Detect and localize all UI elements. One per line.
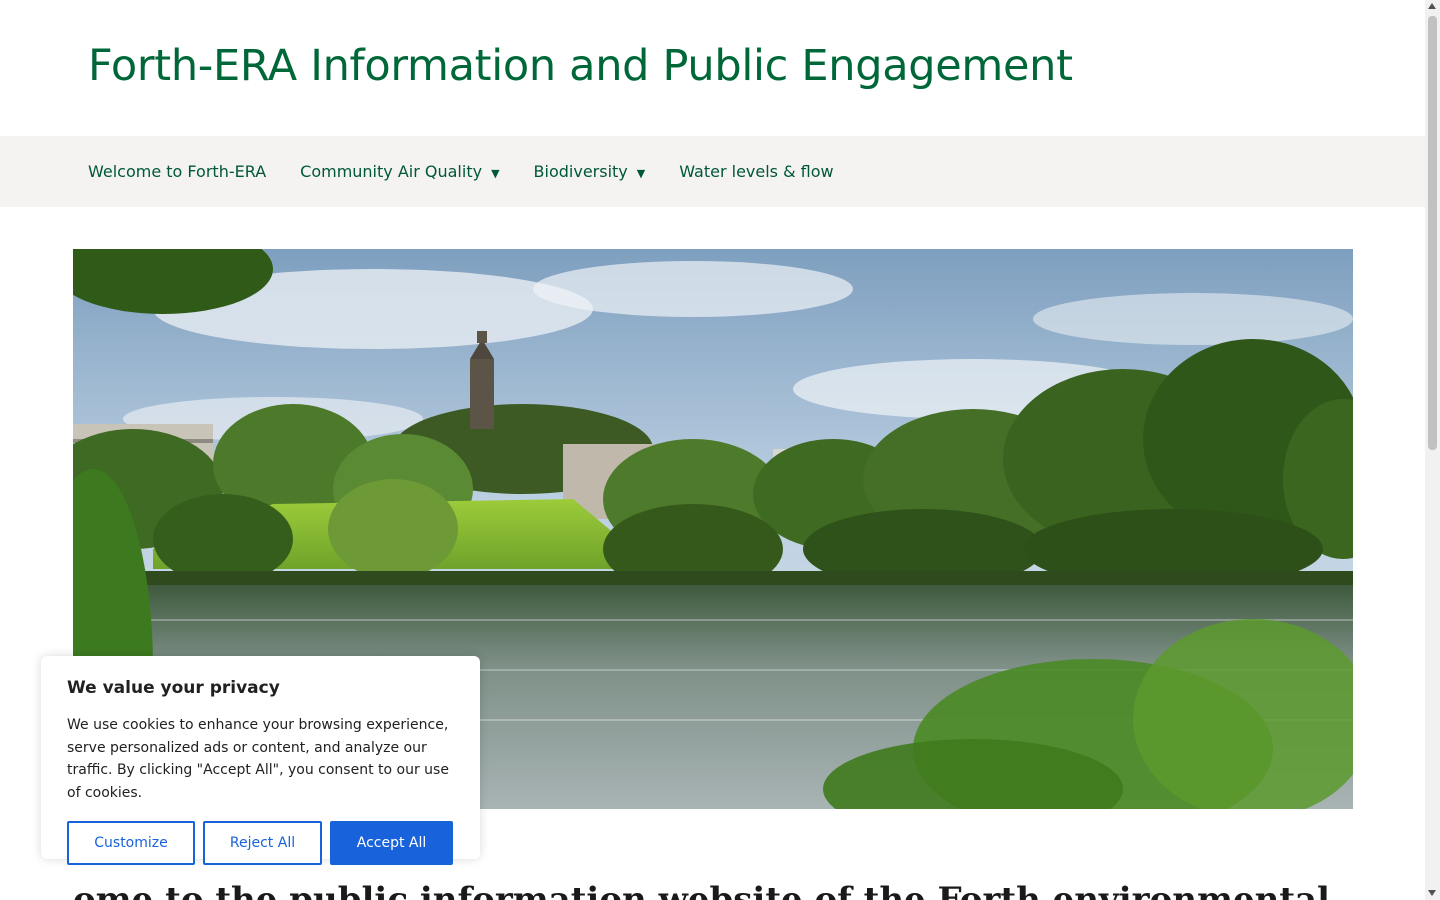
nav-item-label: Water levels & flow bbox=[679, 162, 834, 181]
site-header: Forth-ERA Information and Public Engagem… bbox=[0, 0, 1425, 136]
cookie-description: We use cookies to enhance your browsing … bbox=[67, 717, 449, 801]
nav-item-biodiversity[interactable]: Biodiversity ▼ bbox=[534, 162, 646, 181]
nav-item-community-air-quality[interactable]: Community Air Quality ▼ bbox=[300, 162, 499, 181]
lead-heading: ome to the public information website of… bbox=[73, 880, 1330, 900]
cookie-title: We value your privacy bbox=[67, 678, 280, 698]
vertical-scrollbar[interactable] bbox=[1425, 0, 1440, 900]
nav-item-label: Biodiversity bbox=[533, 162, 628, 181]
nav-item-label: Community Air Quality bbox=[300, 162, 483, 181]
main-nav: Welcome to Forth-ERA Community Air Quali… bbox=[0, 136, 1425, 207]
site-title-link[interactable]: Forth-ERA Information and Public Engagem… bbox=[88, 41, 1073, 91]
nav-item-label: Welcome to Forth-ERA bbox=[88, 162, 267, 181]
nav-item-welcome[interactable]: Welcome to Forth-ERA bbox=[88, 162, 266, 181]
caret-down-icon[interactable]: ▼ bbox=[491, 167, 499, 180]
page: Forth-ERA Information and Public Engagem… bbox=[0, 0, 1425, 900]
nav-item-water-levels[interactable]: Water levels & flow bbox=[679, 162, 833, 181]
scroll-down-arrow-icon[interactable] bbox=[1428, 890, 1436, 896]
customize-button[interactable]: Customize bbox=[67, 821, 195, 865]
caret-down-icon[interactable]: ▼ bbox=[637, 167, 645, 180]
reject-all-button[interactable]: Reject All bbox=[203, 821, 322, 865]
cookie-actions: Customize Reject All Accept All bbox=[67, 821, 454, 865]
accept-all-button[interactable]: Accept All bbox=[330, 821, 453, 865]
scroll-thumb[interactable] bbox=[1428, 16, 1437, 450]
cookie-consent-banner: We value your privacy We use cookies to … bbox=[41, 656, 480, 865]
scroll-up-arrow-icon[interactable] bbox=[1428, 3, 1436, 9]
